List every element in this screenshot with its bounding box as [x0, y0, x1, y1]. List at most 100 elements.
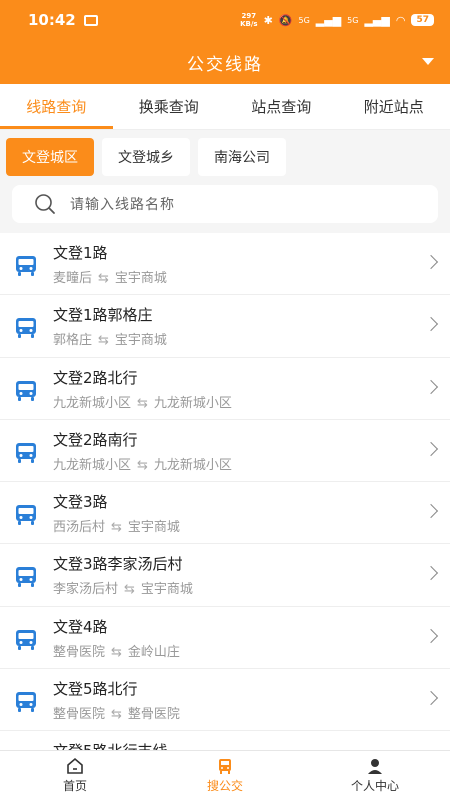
app-header: 公交线路 — [0, 40, 450, 84]
wifi-icon: ◠ — [395, 13, 406, 27]
route-to: 宝宇商城 — [114, 333, 167, 349]
route-text: 文登3路西汤后村 ⇆ 宝宇商城 — [53, 491, 180, 535]
route-name: 文登2路南行 — [53, 430, 138, 449]
route-to: 宝宇商城 — [127, 520, 180, 536]
nav-profile-label: 个人中心 — [350, 779, 399, 793]
route-to: 宝宇商城 — [140, 582, 193, 598]
chevron-right-icon — [423, 504, 439, 519]
nav-profile[interactable]: 个人中心 — [300, 751, 450, 800]
bus-icon — [14, 255, 38, 281]
chip-wendeng-rural[interactable]: 文登城乡 — [102, 138, 190, 176]
route-from: 西汤后村 — [53, 520, 106, 536]
route-name: 文登3路 — [53, 493, 108, 512]
tab-nearby-stations[interactable]: 附近站点 — [338, 84, 450, 129]
route-name: 文登5路北行 — [53, 680, 138, 699]
route-row[interactable]: 文登3路李家汤后村 李家汤后村 ⇆ 宝宇商城 — [0, 544, 450, 607]
route-endpoints: 整骨医院 ⇆ 金岭山庄 — [53, 641, 180, 660]
signal-bars-icon-2: ▂▄▆ — [364, 13, 390, 27]
message-icon — [83, 14, 98, 26]
route-row[interactable]: 文登5路北行支线 — [0, 731, 450, 750]
page-title: 公交线路 — [187, 54, 263, 75]
route-to: 整骨医院 — [127, 707, 180, 723]
route-endpoints: 整骨医院 ⇆ 整骨医院 — [53, 703, 180, 722]
chevron-right-icon — [423, 691, 439, 706]
swap-arrow-icon: ⇆ — [124, 582, 135, 598]
chevron-right-icon — [423, 317, 439, 332]
chevron-right-icon — [423, 628, 439, 643]
route-text: 文登2路南行 九龙新城小区 ⇆ 九龙新城小区 — [53, 429, 232, 473]
nav-home-label: 首页 — [62, 779, 87, 793]
route-to: 九龙新城小区 — [153, 457, 232, 473]
chip-nanhai-company[interactable]: 南海公司 — [198, 138, 286, 176]
route-name: 文登3路李家汤后村 — [53, 555, 183, 574]
nav-bus-search-label: 搜公交 — [206, 779, 243, 793]
nav-bus-search[interactable]: 搜公交 — [150, 751, 300, 800]
route-text: 文登2路北行九龙新城小区 ⇆ 九龙新城小区 — [53, 367, 232, 411]
route-from: 李家汤后村 — [53, 582, 119, 598]
search-placeholder: 请输入线路名称 — [70, 197, 175, 213]
dropdown-caret-icon[interactable] — [422, 58, 434, 65]
route-to: 九龙新城小区 — [153, 395, 232, 411]
route-endpoints: 郭格庄 ⇆ 宝宇商城 — [53, 329, 167, 348]
chip-wendeng-urban[interactable]: 文登城区 — [6, 138, 94, 176]
route-name: 文登2路北行 — [53, 368, 138, 387]
swap-arrow-icon: ⇆ — [137, 457, 148, 473]
swap-arrow-icon: ⇆ — [98, 271, 109, 286]
nav-home[interactable]: 首页 — [0, 751, 150, 800]
signal-5g-2: 5G — [347, 15, 359, 25]
status-indicators: 297 KB/s ✱ 🔕 5G ▂▄▆ 5G ▂▄▆ ◠ 57 — [240, 12, 434, 28]
route-to: 金岭山庄 — [127, 644, 180, 660]
route-row[interactable]: 文登1路郭格庄 郭格庄 ⇆ 宝宇商城 — [0, 295, 450, 358]
bus-icon — [14, 317, 38, 343]
route-from: 整骨医院 — [53, 644, 106, 660]
route-name: 文登1路 — [53, 244, 108, 262]
bus-icon — [14, 629, 38, 655]
status-time: 10:42 — [28, 11, 76, 29]
route-from: 九龙新城小区 — [53, 395, 132, 411]
route-text: 文登5路北行 整骨医院 ⇆ 整骨医院 — [53, 678, 180, 722]
bus-icon — [14, 380, 38, 406]
route-endpoints: 九龙新城小区 ⇆ 九龙新城小区 — [53, 454, 232, 473]
signal-bars-icon: ▂▄▆ — [315, 13, 342, 27]
chevron-right-icon — [423, 254, 439, 270]
bus-icon — [14, 504, 38, 530]
route-row[interactable]: 文登2路南行 九龙新城小区 ⇆ 九龙新城小区 — [0, 420, 450, 483]
speed-value: 297 — [241, 12, 257, 20]
route-endpoints: 李家汤后村 ⇆ 宝宇商城 — [53, 578, 193, 597]
route-row[interactable]: 文登1路 麦疃后 ⇆ 宝宇商城 — [0, 233, 450, 296]
route-endpoints: 九龙新城小区 ⇆ 九龙新城小区 — [53, 392, 232, 411]
battery-icon: 57 — [411, 14, 434, 26]
status-bar: 10:42 297 KB/s ✱ 🔕 5G ▂▄▆ 5G ▂▄▆ ◠ 57 — [0, 0, 450, 40]
route-row[interactable]: 文登3路西汤后村 ⇆ 宝宇商城 — [0, 482, 450, 545]
bluetooth-icon: ✱ — [263, 13, 273, 27]
route-text: 文登3路李家汤后村 李家汤后村 ⇆ 宝宇商城 — [53, 553, 193, 597]
tab-station-query[interactable]: 站点查询 — [225, 84, 338, 129]
mute-icon: 🔕 — [278, 13, 293, 27]
route-text: 文登5路北行支线 — [53, 740, 168, 750]
speed-unit: KB/s — [240, 20, 258, 28]
route-from: 九龙新城小区 — [53, 457, 132, 473]
route-to: 宝宇商城 — [114, 271, 167, 286]
route-endpoints: 西汤后村 ⇆ 宝宇商城 — [53, 516, 180, 535]
route-text: 文登4路整骨医院 ⇆ 金岭山庄 — [53, 616, 180, 660]
route-row[interactable]: 文登5路北行 整骨医院 ⇆ 整骨医院 — [0, 669, 450, 732]
route-from: 郭格庄 — [53, 333, 93, 349]
bottom-nav: 首页 搜公交 个人中心 — [0, 750, 450, 800]
route-row[interactable]: 文登4路整骨医院 ⇆ 金岭山庄 — [0, 607, 450, 670]
tab-route-query[interactable]: 线路查询 — [0, 84, 113, 129]
bus-icon — [14, 442, 38, 468]
chevron-right-icon — [423, 566, 439, 581]
route-row[interactable]: 文登2路北行九龙新城小区 ⇆ 九龙新城小区 — [0, 358, 450, 420]
swap-arrow-icon: ⇆ — [111, 707, 122, 723]
route-list: 文登1路 麦疃后 ⇆ 宝宇商城 文登1路郭格庄 郭格庄 ⇆ 宝宇商城 文登2路北行 九龙新城小区 ⇆… — [0, 233, 450, 750]
route-name: 文登4路 — [53, 617, 108, 636]
route-name: 文登1路郭格庄 — [53, 306, 153, 325]
bus-search-icon — [219, 759, 231, 774]
tab-transfer-query[interactable]: 换乘查询 — [113, 84, 226, 129]
bus-icon — [14, 691, 38, 717]
tab-bar: 线路查询 换乘查询 站点查询 附近站点 — [0, 84, 450, 130]
route-from: 整骨医院 — [53, 707, 106, 723]
search-input[interactable]: 请输入线路名称 — [12, 185, 438, 223]
network-speed: 297 KB/s — [240, 12, 257, 28]
region-filter: 文登城区 文登城乡 南海公司 — [0, 130, 450, 184]
